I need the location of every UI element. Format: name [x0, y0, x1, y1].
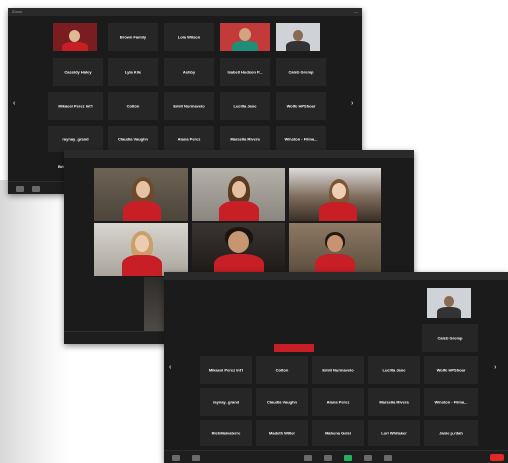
- participant-tile[interactable]: Janie p.rdah: [424, 420, 478, 446]
- participant-tile[interactable]: Brown Family: [108, 23, 158, 51]
- participant-tile[interactable]: Cassidy Haley: [53, 58, 103, 86]
- speaker-video[interactable]: [94, 223, 188, 276]
- participant-tile[interactable]: Colton: [108, 92, 158, 120]
- participant-tile[interactable]: Caleb Gremp: [422, 324, 478, 352]
- speaker-video[interactable]: [289, 223, 381, 276]
- participant-tile[interactable]: Lucilla Jane: [220, 92, 270, 120]
- participant-tile[interactable]: Claudia Vaughn: [108, 126, 158, 152]
- participant-tile[interactable]: Caleb Gremp: [276, 58, 326, 86]
- record-icon[interactable]: [364, 455, 372, 461]
- participant-tile[interactable]: Alana Perez: [312, 388, 364, 416]
- participant-tile[interactable]: Marsella Rivera: [368, 388, 420, 416]
- participant-video[interactable]: [53, 23, 97, 51]
- participant-tile[interactable]: Claudia Vaughn: [256, 388, 308, 416]
- participant-tile[interactable]: Mahena Gelsi: [312, 420, 364, 446]
- participant-tile[interactable]: Lola Wilson: [164, 23, 214, 51]
- meeting-controls: [164, 450, 508, 463]
- participant-tile[interactable]: Wolfe HPShoar: [424, 356, 478, 384]
- participant-tile[interactable]: Mikaeel Perez Int'l: [200, 356, 252, 384]
- share-icon[interactable]: [344, 455, 352, 461]
- participant-tile[interactable]: Colton: [256, 356, 308, 384]
- video-icon[interactable]: [192, 455, 200, 461]
- next-page-icon[interactable]: ›: [351, 100, 353, 107]
- window-title: Zoom: [12, 9, 23, 14]
- participant-video-partial[interactable]: [274, 344, 314, 352]
- participant-tile[interactable]: raynay_grand: [200, 388, 252, 416]
- video-icon[interactable]: [32, 186, 40, 192]
- mute-icon[interactable]: [172, 455, 180, 461]
- participant-video[interactable]: [276, 23, 320, 51]
- participant-tile[interactable]: Lyla Kile: [108, 58, 158, 86]
- participant-tile[interactable]: Lori Whitaker: [368, 420, 420, 446]
- participant-tile[interactable]: Isabell Hudson P...: [220, 58, 270, 86]
- window-controls[interactable]: —: [354, 9, 358, 14]
- partial-label: Bri: [58, 164, 64, 169]
- participant-tile[interactable]: raynay_grand: [48, 126, 103, 152]
- speaker-video[interactable]: [192, 168, 285, 221]
- page-shadow: [0, 180, 70, 463]
- participant-tile[interactable]: Ashby: [164, 58, 214, 86]
- zoom-window-bottom: Caleb Gremp ‹ › Mikaeel Perez Int'l Colt…: [164, 272, 508, 463]
- next-page-icon[interactable]: ›: [494, 364, 496, 371]
- reactions-icon[interactable]: [384, 455, 392, 461]
- participant-video[interactable]: [220, 23, 270, 51]
- participant-tile[interactable]: Winston - Filma...: [424, 388, 478, 416]
- participant-video[interactable]: [427, 288, 471, 318]
- window-titlebar: [64, 150, 414, 158]
- end-meeting-button[interactable]: [490, 454, 504, 461]
- participant-tile[interactable]: Lucilla Jane: [368, 356, 420, 384]
- speaker-video[interactable]: [192, 223, 285, 276]
- chat-icon[interactable]: [324, 455, 332, 461]
- participant-tile[interactable]: Winston - Filma...: [276, 126, 326, 152]
- mute-icon[interactable]: [16, 186, 24, 192]
- participant-tile[interactable]: Wolfe HPShoar: [276, 92, 326, 120]
- participant-tile[interactable]: Emili Nurmavelo: [312, 356, 364, 384]
- participant-tile[interactable]: Emili Nurmavelo: [164, 92, 214, 120]
- prev-page-icon[interactable]: ‹: [13, 100, 15, 107]
- participant-tile[interactable]: Mikaeel Perez Int'l: [48, 92, 103, 120]
- participants-icon[interactable]: [304, 455, 312, 461]
- participant-tile[interactable]: Alana Perez: [164, 126, 214, 152]
- participant-tile[interactable]: Marsella Rivera: [220, 126, 270, 152]
- window-titlebar: [164, 272, 508, 280]
- speaker-video[interactable]: [289, 168, 381, 221]
- speaker-video[interactable]: [94, 168, 188, 221]
- participant-tile[interactable]: RichMalvaterre: [200, 420, 252, 446]
- participant-tile[interactable]: Madeth Willer: [256, 420, 308, 446]
- prev-page-icon[interactable]: ‹: [169, 364, 171, 371]
- window-titlebar: Zoom —: [8, 8, 362, 16]
